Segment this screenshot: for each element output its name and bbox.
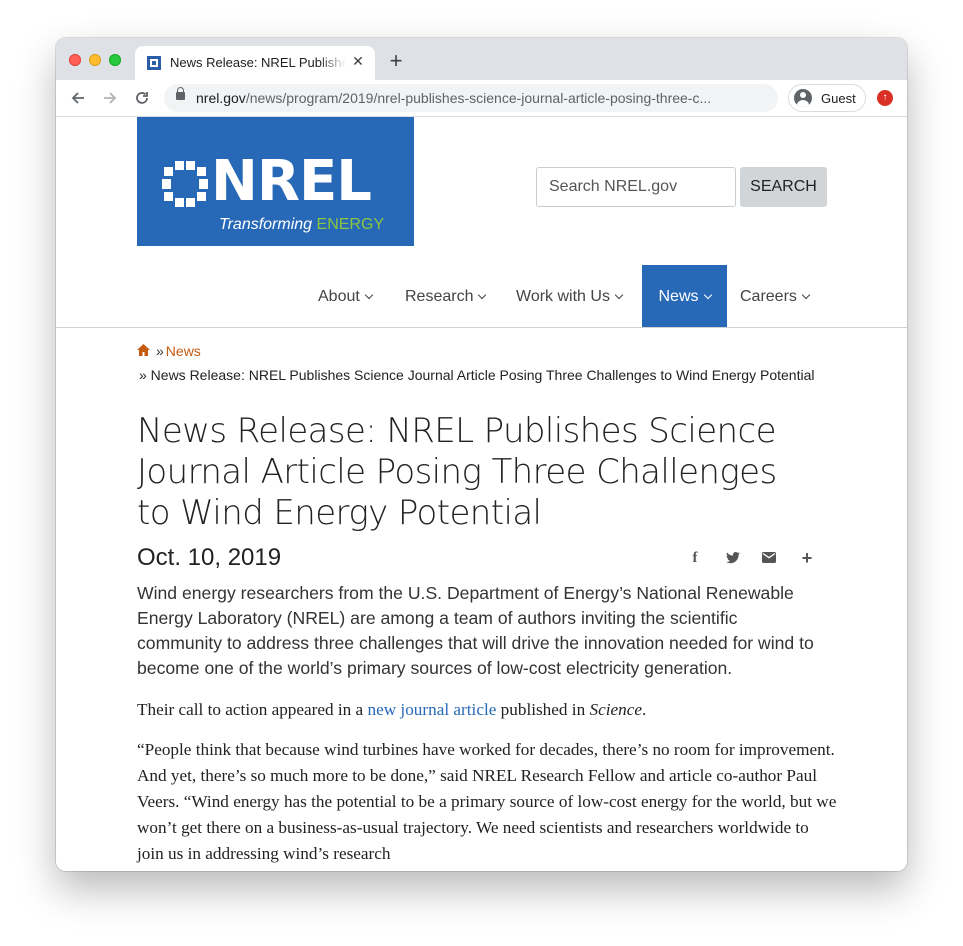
tab-strip: News Release: NREL Publishes Science Jou… — [56, 38, 907, 80]
logo-tagline: Transforming ENERGY — [219, 216, 384, 234]
search-input[interactable] — [536, 167, 736, 207]
url-text[interactable]: nrel.gov/news/program/2019/nrel-publishe… — [196, 90, 766, 106]
nav-item-research[interactable]: Research — [405, 265, 487, 327]
nav-item-about[interactable]: About — [318, 265, 374, 327]
email-icon[interactable] — [759, 548, 779, 568]
paragraph-text: Their call to action appeared in a — [137, 700, 368, 719]
browser-window: News Release: NREL Publishes Science Jou… — [56, 38, 907, 871]
article-paragraph: Their call to action appeared in a new j… — [137, 697, 837, 723]
logo-tagline-accent: ENERGY — [316, 216, 385, 233]
page-title: News Release: NREL Publishes Science Jou… — [137, 411, 777, 533]
main-nav: About Research Work with Us News Careers — [56, 265, 907, 327]
journal-name: Science — [589, 700, 642, 719]
nrel-favicon-icon — [147, 56, 161, 70]
url-domain: nrel.gov — [196, 90, 246, 106]
browser-toolbar: nrel.gov/news/program/2019/nrel-publishe… — [56, 80, 907, 117]
close-window-button[interactable] — [69, 54, 81, 66]
chevron-down-icon — [703, 290, 712, 300]
profile-label: Guest — [821, 91, 856, 106]
nrel-logo-mark-icon — [162, 161, 208, 207]
new-tab-button[interactable]: + — [384, 50, 408, 74]
reload-icon[interactable] — [130, 86, 154, 110]
nav-divider — [56, 327, 907, 328]
breadcrumb-news-link[interactable]: News — [166, 343, 201, 359]
breadcrumb: » News — [137, 343, 201, 359]
journal-article-link[interactable]: new journal article — [368, 700, 497, 719]
tab-title: News Release: NREL Publishes Science Jou… — [170, 55, 346, 70]
close-icon[interactable]: ✕ — [349, 52, 367, 70]
nav-label: About — [318, 288, 360, 305]
avatar-icon — [794, 89, 812, 107]
article-date: Oct. 10, 2019 — [137, 544, 282, 571]
chevron-down-icon — [478, 290, 487, 300]
twitter-icon[interactable] — [723, 548, 743, 568]
chevron-down-icon — [364, 290, 374, 300]
nav-item-work-with-us[interactable]: Work with Us — [516, 265, 626, 327]
home-icon[interactable] — [137, 344, 150, 357]
zoom-window-button[interactable] — [109, 54, 121, 66]
paragraph-text: published in — [496, 700, 590, 719]
minimize-window-button[interactable] — [89, 54, 101, 66]
breadcrumb-separator: » — [156, 343, 164, 359]
nrel-logo[interactable]: NREL Transforming ENERGY — [137, 117, 414, 246]
nav-label: Work with Us — [516, 288, 610, 305]
nav-label: Research — [405, 288, 474, 305]
forward-arrow-icon[interactable] — [98, 86, 122, 110]
profile-button[interactable]: Guest — [788, 84, 866, 112]
facebook-icon[interactable]: f — [685, 548, 705, 568]
chevron-down-icon — [614, 290, 624, 300]
address-bar[interactable]: nrel.gov/news/program/2019/nrel-publishe… — [164, 84, 778, 112]
nav-label: Careers — [740, 288, 797, 305]
paragraph-text: . — [641, 700, 647, 719]
browser-tab[interactable]: News Release: NREL Publishes Science Jou… — [135, 46, 375, 80]
web-page: NREL Transforming ENERGY SEARCH About Re… — [56, 117, 907, 871]
url-path: /news/program/2019/nrel-publishes-scienc… — [245, 90, 712, 106]
chevron-down-icon — [801, 290, 811, 300]
logo-wordmark: NREL — [211, 149, 372, 214]
logo-tagline-prefix: Transforming — [219, 216, 317, 233]
article-lead: Wind energy researchers from the U.S. De… — [137, 583, 814, 678]
lock-icon — [176, 87, 185, 100]
breadcrumb-current: » News Release: NREL Publishes Science J… — [139, 367, 815, 383]
nav-label: News — [658, 288, 699, 305]
nav-item-careers[interactable]: Careers — [740, 265, 812, 327]
search-button[interactable]: SEARCH — [740, 167, 827, 207]
update-icon[interactable]: ↑ — [877, 90, 893, 106]
back-arrow-icon[interactable] — [66, 86, 90, 110]
plus-icon[interactable]: + — [797, 548, 817, 568]
nav-item-news[interactable]: News — [642, 265, 727, 327]
article-quote-paragraph: “People think that because wind turbines… — [137, 740, 837, 863]
